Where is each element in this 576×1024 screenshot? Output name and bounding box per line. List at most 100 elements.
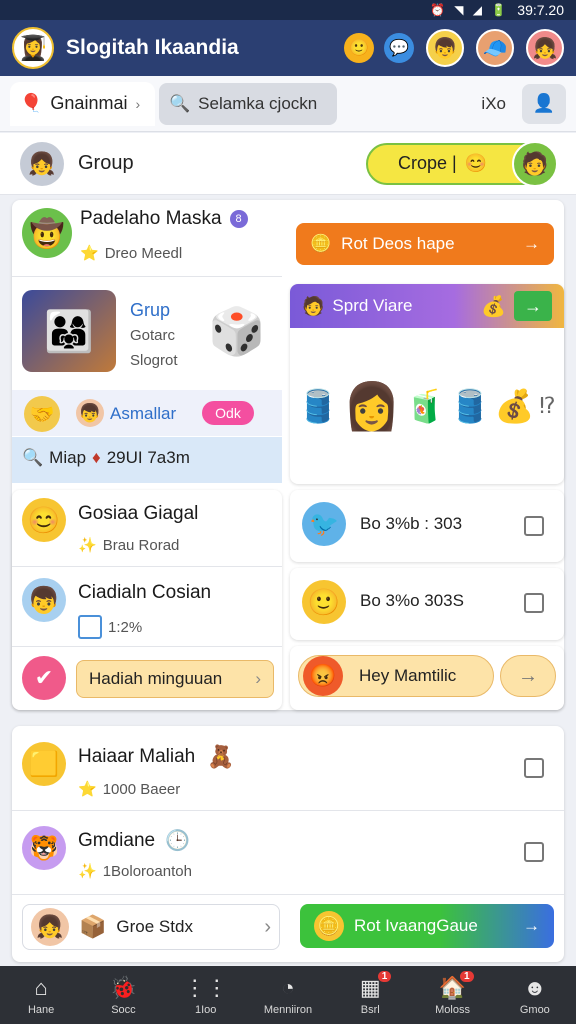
- coin-icon[interactable]: 🙂: [344, 33, 374, 63]
- shopkeeper-icon: 👩: [343, 379, 401, 432]
- nav-grid[interactable]: ⋮⋮ 1Ioo: [171, 975, 241, 1016]
- question-icon: ⁉: [539, 393, 556, 418]
- box-icon: 📦: [79, 914, 107, 939]
- grup-sub-1: Gotarc: [130, 327, 176, 344]
- checkbox[interactable]: [524, 842, 544, 862]
- nav-label: 1Ioo: [194, 1003, 217, 1016]
- clock-icon: 🕒: [165, 830, 191, 852]
- left-list-sub-1: Brau Rorad: [102, 536, 180, 554]
- pin-icon: ♦: [92, 448, 101, 467]
- profile-name: Padelaho Maska: [80, 208, 222, 229]
- divider: [12, 894, 564, 895]
- bottom-nav: ⌂ Hane 🐞 Socc ⋮⋮ 1Ioo ◔ Menniiron ▦ 1 Bs…: [0, 966, 576, 1024]
- rot-deos-button[interactable]: 🪙 Rot Deos hape →: [296, 223, 554, 265]
- divider: [12, 646, 282, 647]
- profile-row-avatar[interactable]: 🤠: [22, 208, 72, 258]
- nav-label: Socc: [111, 1003, 136, 1016]
- profile-avatar[interactable]: 👧: [526, 29, 564, 67]
- left-list-name-1: Gosiaa Giagal: [78, 503, 199, 524]
- nav-menniiron[interactable]: ◔ Menniiron: [253, 975, 323, 1016]
- bird-avatar: 🐦: [302, 502, 346, 546]
- app-logo-icon[interactable]: 👩‍🎓: [12, 27, 54, 69]
- check-icon: ✔: [22, 656, 66, 700]
- tiger-avatar[interactable]: 🐯: [22, 826, 66, 870]
- map-value: 29UI 7a3m: [106, 448, 190, 467]
- checkbox[interactable]: [524, 593, 544, 613]
- search-icon: 🔍: [169, 93, 191, 113]
- tab-bar: 🎈 Gnainmai › 🔍 Selamka cjockn iXo 👤: [0, 76, 576, 132]
- coin-icon: 🪙: [314, 911, 344, 941]
- dice-blocks-icon: 🎲: [208, 304, 266, 357]
- calendar-icon: [78, 615, 102, 639]
- bear-icon: 🧸: [207, 744, 235, 769]
- group-avatar[interactable]: 👧: [20, 141, 64, 186]
- status-icons: ⏰ ◥ ◢ 🔋: [429, 3, 510, 17]
- smiley-avatar[interactable]: 😊: [22, 498, 66, 542]
- tab-extra-label[interactable]: iXo: [481, 94, 506, 114]
- star-icon: ⭐: [80, 245, 99, 262]
- nav-label: Bsrl: [360, 1003, 380, 1016]
- grid-icon: ⋮⋮: [183, 974, 228, 1000]
- hadiah-button[interactable]: Hadiah minguuan ›: [76, 660, 274, 698]
- nav-bsrl[interactable]: ▦ 1 Bsrl: [335, 970, 405, 1016]
- lower-list-sub-2: 1Boloroantoh: [102, 862, 192, 880]
- friend-avatar-2[interactable]: 🧢: [476, 29, 514, 67]
- girl-avatar: 👧: [31, 908, 69, 946]
- left-list-name-2: Ciadialn Cosian: [78, 582, 212, 603]
- clock-icon: ◔: [281, 974, 295, 1000]
- sparkle-icon: ✨: [78, 537, 97, 554]
- nav-socc[interactable]: 🐞 Socc: [88, 975, 158, 1016]
- cowboy-avatar: 🤠: [22, 208, 72, 258]
- grup-title: Grup: [130, 300, 171, 320]
- odk-badge[interactable]: Odk: [202, 401, 254, 425]
- crope-pill[interactable]: Crope | 😊 🧑: [366, 140, 558, 187]
- note-avatar[interactable]: 🟨: [22, 742, 66, 786]
- checkbox[interactable]: [524, 516, 544, 536]
- groe-button[interactable]: 👧 📦 Groe Stdx ›: [22, 904, 280, 950]
- hey-button[interactable]: 😡 Hey Mamtilic: [298, 655, 494, 697]
- right-list-label-1: Bo 3%b : 303: [360, 514, 463, 533]
- shop-card[interactable]: 🧑 Sprd Viare 💰 → 🛢️ 👩 🧃 🛢️ 💰 ⁉: [290, 284, 564, 484]
- nav-label: Moloss: [435, 1003, 470, 1016]
- arrow-right-icon: →: [523, 916, 540, 935]
- crope-label: Crope |: [398, 153, 457, 173]
- bug-icon: 🐞: [109, 974, 138, 1000]
- grup-image[interactable]: 👨‍👩‍👧: [22, 290, 116, 372]
- nav-label: Hane: [27, 1003, 55, 1016]
- sparkle-icon: ✨: [78, 863, 97, 880]
- asmallar-label: Asmallar: [110, 404, 177, 423]
- checkbox[interactable]: [524, 758, 544, 778]
- divider: [12, 566, 282, 567]
- barrel-icon: 🛢️: [449, 388, 490, 424]
- barrel-icon: 🛢️: [298, 388, 339, 424]
- rot-deos-label: Rot Deos hape: [341, 234, 455, 253]
- chat-icon[interactable]: 💬: [384, 33, 414, 63]
- lower-list-sub-1: 1000 Baeer: [102, 780, 181, 798]
- coins-icon: 💰: [494, 388, 535, 424]
- home-icon: ⌂: [34, 974, 48, 1000]
- user-icon[interactable]: 👤: [522, 83, 566, 124]
- rot-ivaang-label: Rot IvaangGaue: [354, 916, 478, 935]
- rot-ivaang-button[interactable]: 🪙 Rot IvaangGaue →: [300, 904, 554, 948]
- friend-avatar-1[interactable]: 👦: [426, 29, 464, 67]
- hey-arrow-button[interactable]: →: [500, 655, 556, 697]
- notification-badge: 1: [377, 970, 392, 982]
- nav-home[interactable]: ⌂ Hane: [6, 975, 76, 1016]
- group-bar: 👧 Group Crope | 😊 🧑: [0, 133, 576, 195]
- divider: [12, 276, 282, 277]
- left-list-sub-2: 1:2%: [108, 618, 143, 636]
- star-icon: ⭐: [78, 781, 97, 798]
- nav-gmoo[interactable]: ☻ Gmoo: [500, 975, 570, 1016]
- shop-arrow-button[interactable]: →: [514, 291, 552, 321]
- drink-icon: 🧃: [405, 388, 446, 424]
- nav-moloss[interactable]: 🏠 1 Moloss: [418, 970, 488, 1016]
- grup-sub-2: Slogrot: [130, 352, 178, 369]
- hadiah-label: Hadiah minguuan: [89, 669, 223, 688]
- app-title: Slogitah Ikaandia: [66, 36, 239, 59]
- nav-label: Gmoo: [519, 1003, 550, 1016]
- search-input[interactable]: 🔍 Selamka cjockn: [159, 82, 337, 125]
- chevron-right-icon: ›: [135, 95, 141, 112]
- boy-avatar[interactable]: 👦: [22, 578, 66, 622]
- tab-gnainmai[interactable]: 🎈 Gnainmai ›: [10, 81, 155, 126]
- coin-icon: 🪙: [310, 234, 332, 253]
